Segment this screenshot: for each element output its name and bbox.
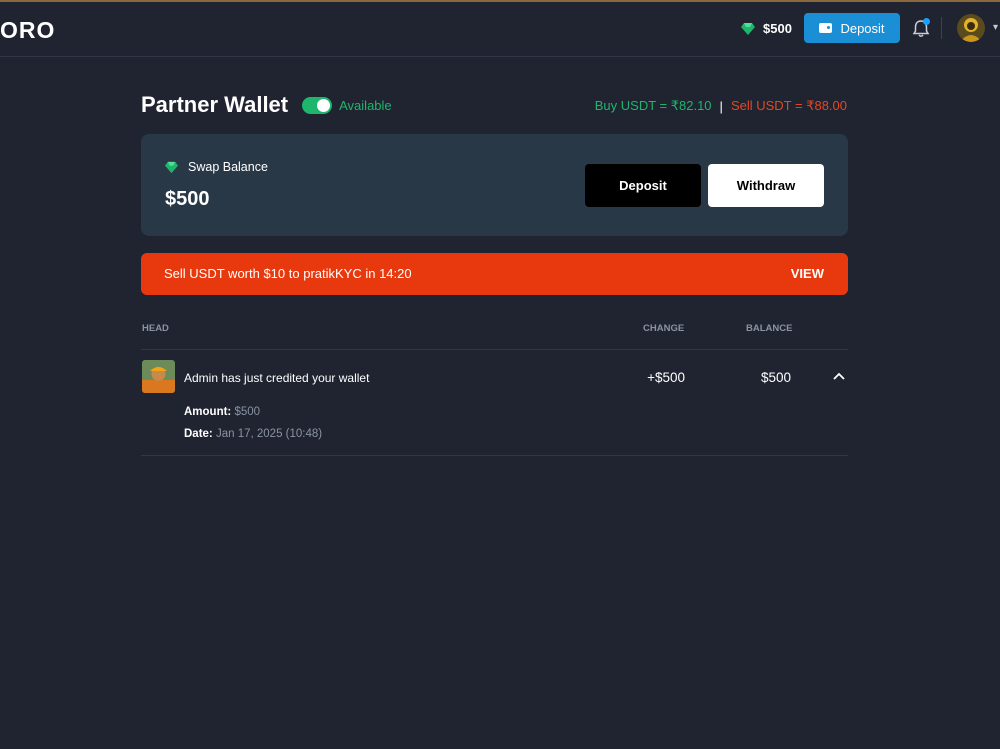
avatar-image <box>957 14 985 42</box>
header-balance-value: $500 <box>763 21 792 36</box>
amount-label: Amount: <box>184 406 232 418</box>
header-deposit-button[interactable]: Deposit <box>804 13 900 43</box>
header-balance: $500 <box>741 21 792 36</box>
column-change: CHANGE <box>643 323 685 334</box>
date-label: Date: <box>184 428 213 440</box>
rate-separator: | <box>719 98 723 114</box>
wallet-icon <box>819 23 833 33</box>
table-row: Admin has just credited your wallet +$50… <box>141 351 848 455</box>
table-divider <box>141 455 848 456</box>
row-amount-detail: Amount: $500 <box>184 406 260 418</box>
sell-rate: Sell USDT = ₹88.00 <box>730 98 847 113</box>
swap-balance-amount: $500 <box>165 188 210 210</box>
chevron-up-icon[interactable] <box>831 369 847 385</box>
sell-order-alert: Sell USDT worth $10 to pratikKYC in 14:2… <box>141 253 848 295</box>
amount-value: $500 <box>234 406 261 418</box>
row-avatar <box>142 360 175 393</box>
row-balance: $500 <box>760 370 791 385</box>
buy-rate: Buy USDT = ₹82.10 <box>594 98 712 113</box>
gem-icon <box>165 161 178 173</box>
top-header: ORO $500 Deposit ▾ <box>0 2 1000 57</box>
column-balance: BALANCE <box>746 323 793 334</box>
header-divider <box>941 17 942 39</box>
header-deposit-label: Deposit <box>840 20 885 36</box>
availability-status: Available <box>339 97 392 113</box>
availability-toggle[interactable] <box>302 96 333 114</box>
table-header: HEAD CHANGE BALANCE <box>141 323 848 337</box>
page-title: Partner Wallet <box>141 92 289 117</box>
withdraw-button[interactable]: Withdraw <box>708 164 824 207</box>
notification-dot <box>923 18 930 25</box>
chevron-down-icon[interactable]: ▾ <box>993 22 998 33</box>
deposit-button[interactable]: Deposit <box>585 164 701 207</box>
exchange-rates: Buy USDT = ₹82.10 | Sell USDT = ₹88.00 <box>595 98 847 114</box>
row-date-detail: Date: Jan 17, 2025 (10:48) <box>184 428 322 440</box>
date-value: Jan 17, 2025 (10:48) <box>215 428 323 440</box>
app-logo[interactable]: ORO <box>0 17 55 44</box>
row-change: +$500 <box>647 370 685 385</box>
swap-balance-card: Swap Balance $500 Deposit Withdraw <box>141 134 848 236</box>
column-head: HEAD <box>142 323 169 334</box>
page-title-row: Partner Wallet Available <box>141 92 392 118</box>
row-description: Admin has just credited your wallet <box>184 371 370 385</box>
alert-message: Sell USDT worth $10 to pratikKYC in 14:2… <box>164 266 412 281</box>
swap-balance-label-row: Swap Balance <box>165 160 268 174</box>
swap-balance-label: Swap Balance <box>188 160 268 174</box>
user-avatar[interactable] <box>957 14 985 42</box>
table-divider <box>141 349 848 350</box>
gem-icon <box>741 22 755 35</box>
alert-view-link[interactable]: VIEW <box>791 266 824 281</box>
avatar-image <box>142 360 175 393</box>
